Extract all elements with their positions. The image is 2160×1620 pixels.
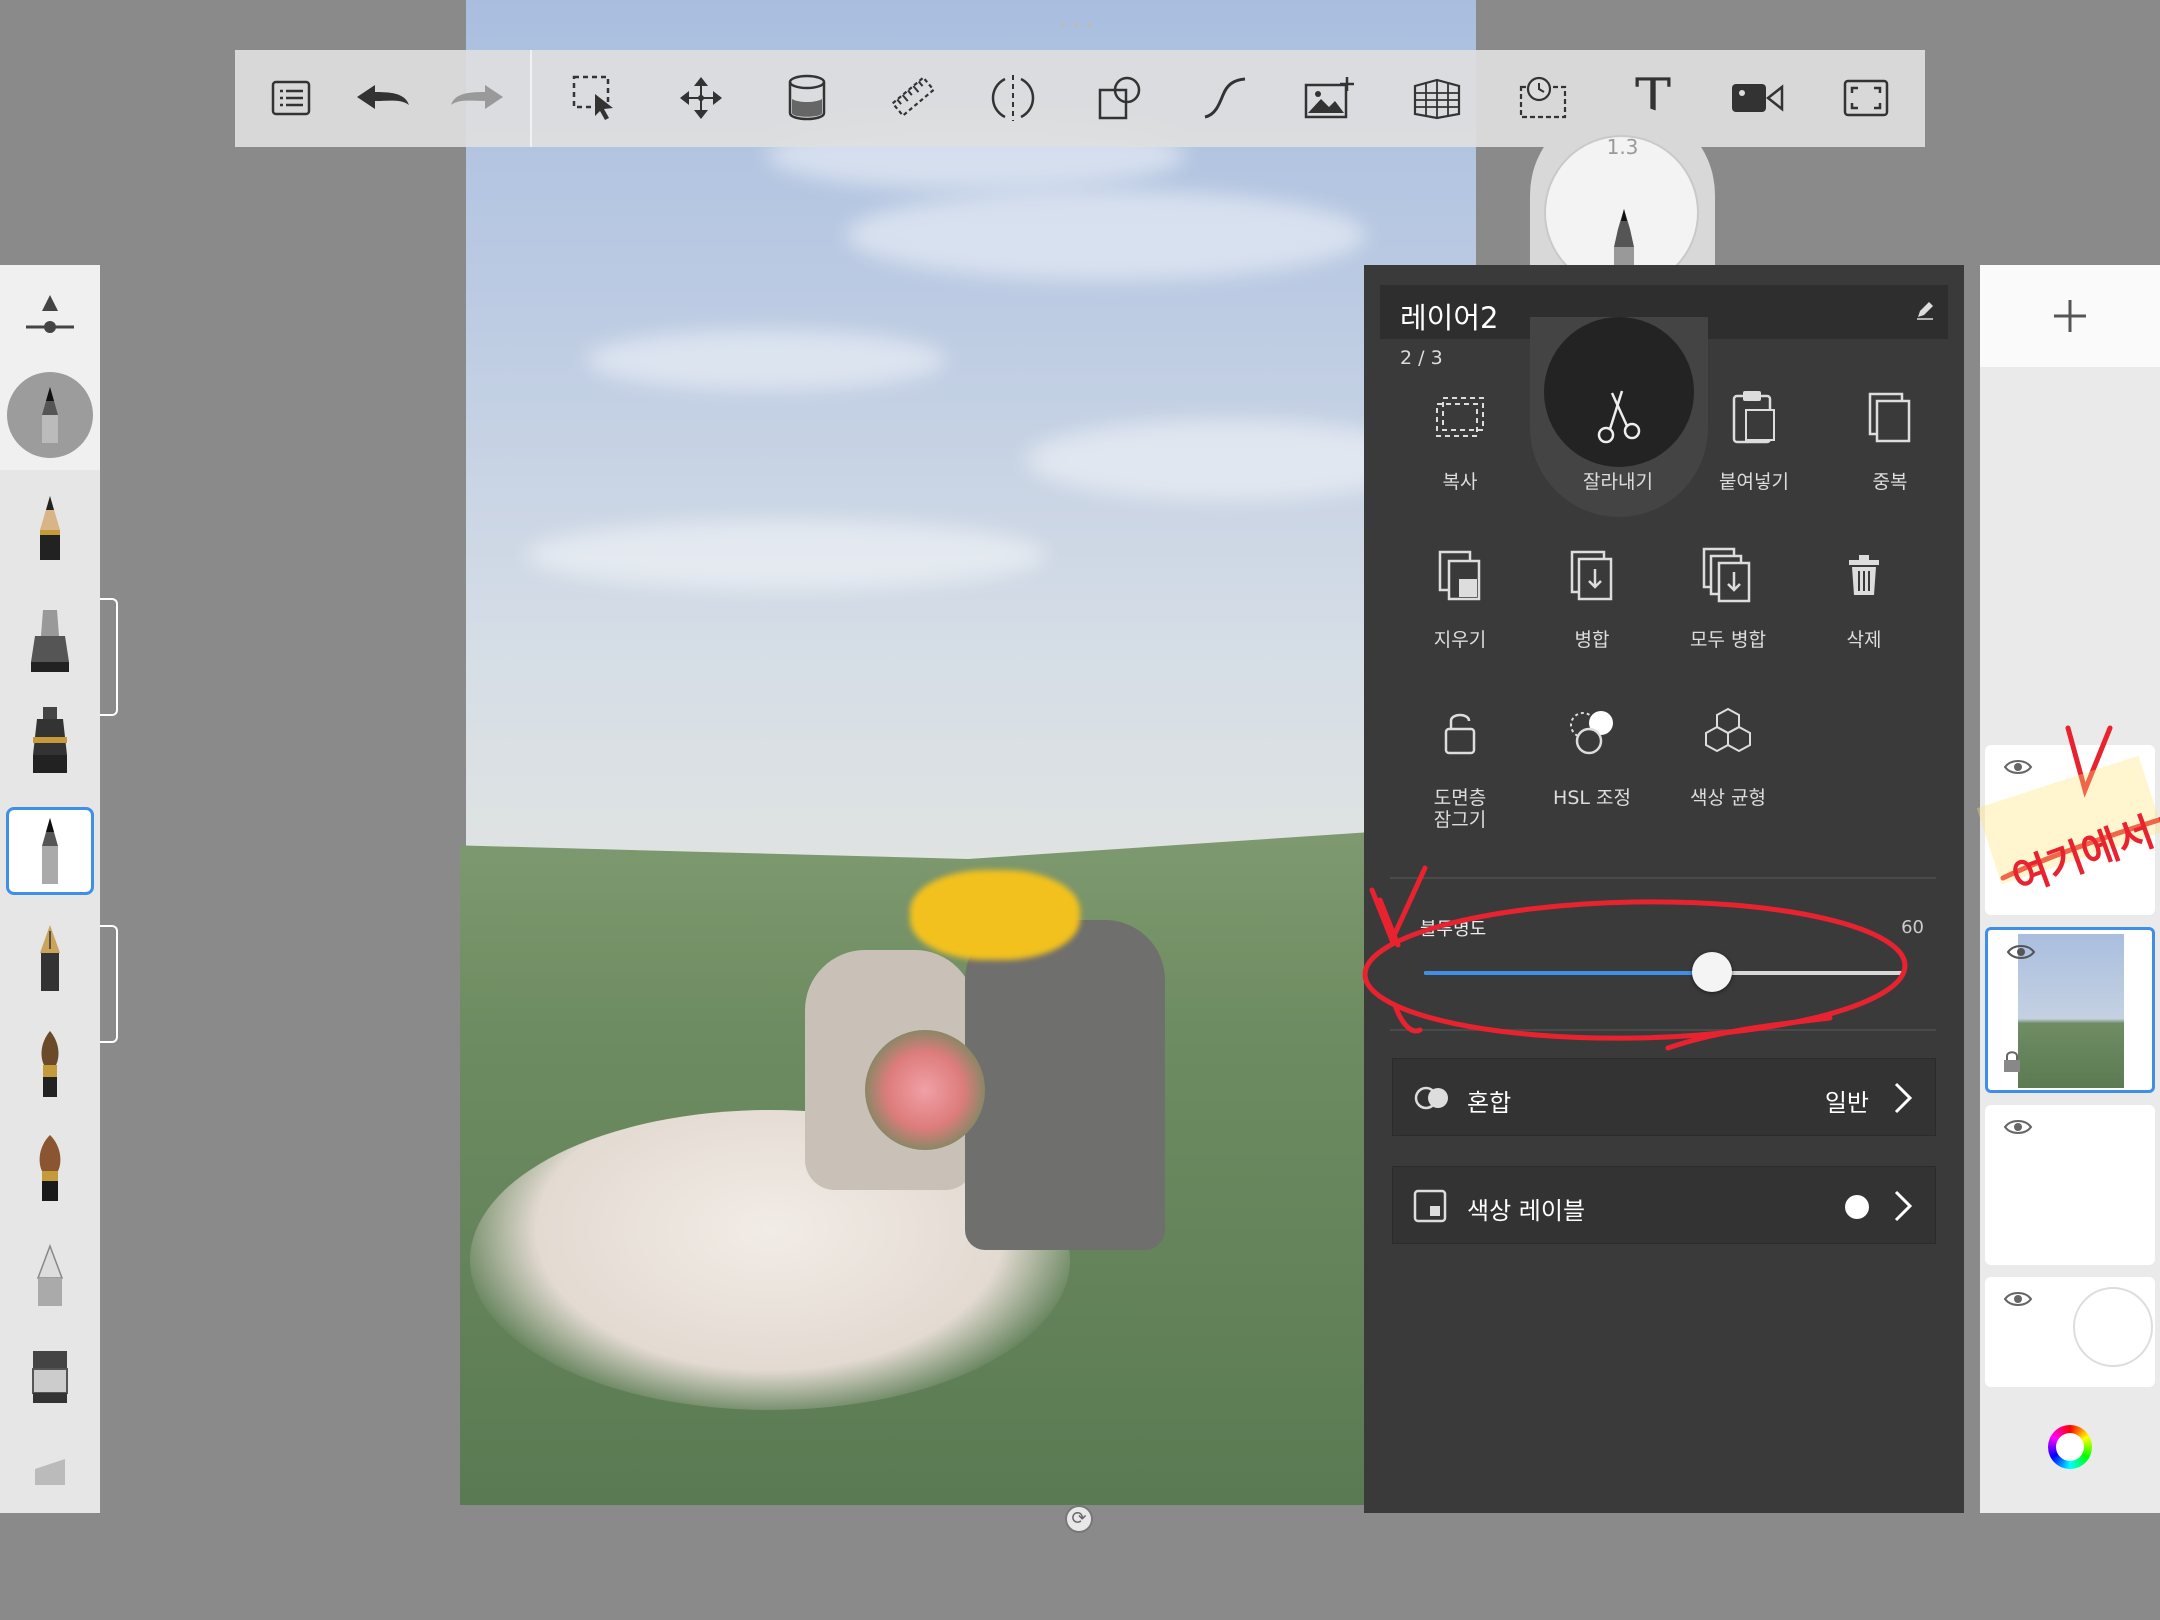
clear-action[interactable]: 지우기 bbox=[1392, 535, 1528, 651]
hsl-adjust-action[interactable]: HSL 조정 bbox=[1524, 693, 1660, 809]
face-blur-mark bbox=[910, 870, 1080, 960]
paste-icon bbox=[1686, 377, 1822, 457]
ink-pen-brush[interactable] bbox=[6, 915, 94, 1003]
symmetry-icon[interactable] bbox=[983, 68, 1043, 128]
duplicate-icon bbox=[1822, 377, 1958, 457]
brush-size-puck[interactable]: 1.3 bbox=[1530, 105, 1715, 292]
brush-size-slider-icon[interactable] bbox=[22, 291, 78, 343]
chevron-right-icon bbox=[1893, 1189, 1913, 1227]
layer-thumbnail-3[interactable] bbox=[1985, 745, 2155, 915]
drawing-canvas[interactable] bbox=[460, 0, 1476, 1505]
duplicate-action[interactable]: 중복 bbox=[1822, 377, 1958, 493]
paste-action[interactable]: 붙여넣기 bbox=[1686, 377, 1822, 493]
copy-icon bbox=[1392, 377, 1528, 457]
soft-eraser-brush[interactable] bbox=[6, 1233, 94, 1321]
fill-bucket-icon[interactable] bbox=[777, 68, 837, 128]
top-handle-dots[interactable]: ••• bbox=[1058, 16, 1098, 35]
blend-mode-icon bbox=[1413, 1081, 1453, 1119]
ballpoint-brush-selected[interactable] bbox=[6, 807, 94, 895]
merge-icon bbox=[1524, 535, 1660, 615]
color-balance-icon bbox=[1660, 693, 1796, 773]
chevron-right-icon bbox=[1893, 1081, 1913, 1119]
opacity-slider[interactable] bbox=[1424, 952, 1904, 992]
layers-panel bbox=[1980, 265, 2160, 1513]
rename-pencil-icon[interactable] bbox=[1914, 299, 1936, 325]
merge-action[interactable]: 병합 bbox=[1524, 535, 1660, 651]
layer-name[interactable]: 레이어2 bbox=[1400, 295, 1499, 337]
lock-badge-icon bbox=[2002, 1050, 2022, 1078]
background-layer[interactable] bbox=[1985, 1277, 2155, 1387]
trash-icon bbox=[1796, 535, 1932, 615]
blend-mode-row[interactable]: 혼합 일반 bbox=[1392, 1058, 1936, 1136]
selection-icon[interactable] bbox=[565, 68, 625, 128]
clear-icon bbox=[1392, 535, 1528, 615]
blend-mode-value: 일반 bbox=[1824, 1089, 1869, 1117]
layer-menu-panel: 레이어2 2 / 3 복사 잘라내기 붙여넣기 중복 지우기 병합 모두 병합 … bbox=[1364, 265, 1964, 1513]
color-label-row[interactable]: 색상 레이블 bbox=[1392, 1166, 1936, 1244]
move-icon[interactable] bbox=[671, 68, 731, 128]
opacity-label: 불투명도 bbox=[1420, 919, 1487, 940]
add-layer-button[interactable] bbox=[1980, 265, 2160, 367]
merge-all-action[interactable]: 모두 병합 bbox=[1660, 535, 1796, 651]
lock-layer-action[interactable]: 도면층 잠그기 bbox=[1392, 693, 1528, 831]
lock-icon bbox=[1392, 693, 1528, 773]
layer-thumbnail-2-selected[interactable] bbox=[1985, 927, 2155, 1093]
airbrush-brush[interactable] bbox=[6, 697, 94, 785]
brush-properties bbox=[0, 265, 100, 470]
opacity-value: 60 bbox=[1901, 917, 1924, 938]
watercolor-brush[interactable] bbox=[6, 1125, 94, 1213]
layer-thumbnail-1[interactable] bbox=[1985, 1105, 2155, 1265]
layer-index: 2 / 3 bbox=[1400, 347, 1443, 369]
redo-icon[interactable] bbox=[447, 68, 507, 128]
canvas-rotate-handle[interactable]: ⟳ bbox=[1065, 1505, 1093, 1533]
photo-groom bbox=[965, 920, 1165, 1250]
brush-panel-tab-lower[interactable] bbox=[100, 925, 118, 1043]
copy-action[interactable]: 복사 bbox=[1392, 377, 1528, 493]
brush-puck-small[interactable] bbox=[7, 372, 93, 458]
ruler-icon[interactable] bbox=[883, 68, 943, 128]
curve-icon[interactable] bbox=[1195, 68, 1255, 128]
eye-icon[interactable] bbox=[2003, 1117, 2033, 1141]
smudge-brush[interactable] bbox=[6, 1415, 94, 1495]
paint-brush[interactable] bbox=[6, 1021, 94, 1109]
list-icon[interactable] bbox=[261, 68, 321, 128]
color-balance-action[interactable]: 색상 균형 bbox=[1660, 693, 1796, 809]
eye-icon[interactable] bbox=[2003, 1289, 2033, 1313]
eye-icon[interactable] bbox=[2003, 757, 2033, 781]
cut-action[interactable]: 잘라내기 bbox=[1550, 377, 1686, 493]
eye-icon[interactable] bbox=[2006, 942, 2036, 966]
hsl-icon bbox=[1524, 693, 1660, 773]
photo-bouquet bbox=[865, 1030, 985, 1150]
brush-panel-tab-upper[interactable] bbox=[100, 598, 118, 716]
opacity-slider-fill bbox=[1424, 971, 1712, 975]
undo-icon[interactable] bbox=[353, 68, 413, 128]
marker-brush[interactable] bbox=[6, 597, 94, 685]
background-color-swatch[interactable] bbox=[2073, 1287, 2153, 1367]
delete-action[interactable]: 삭제 bbox=[1796, 535, 1932, 651]
brush-size-value: 1.3 bbox=[1606, 135, 1639, 159]
scissors-icon bbox=[1550, 377, 1686, 457]
shapes-icon[interactable] bbox=[1091, 68, 1151, 128]
eraser-brush[interactable] bbox=[6, 1333, 94, 1421]
color-wheel-icon[interactable] bbox=[2048, 1425, 2092, 1469]
color-label-swatch bbox=[1845, 1195, 1869, 1219]
color-label-icon bbox=[1413, 1189, 1447, 1227]
perspective-grid-icon[interactable] bbox=[1407, 68, 1467, 128]
fullscreen-icon[interactable] bbox=[1836, 68, 1896, 128]
video-icon[interactable] bbox=[1727, 68, 1787, 128]
timelapse-icon[interactable] bbox=[1513, 68, 1573, 128]
image-add-icon[interactable] bbox=[1299, 68, 1359, 128]
merge-all-icon bbox=[1660, 535, 1796, 615]
opacity-slider-thumb[interactable] bbox=[1692, 952, 1732, 992]
brush-palette bbox=[0, 265, 118, 1513]
pencil-brush[interactable] bbox=[6, 485, 94, 573]
